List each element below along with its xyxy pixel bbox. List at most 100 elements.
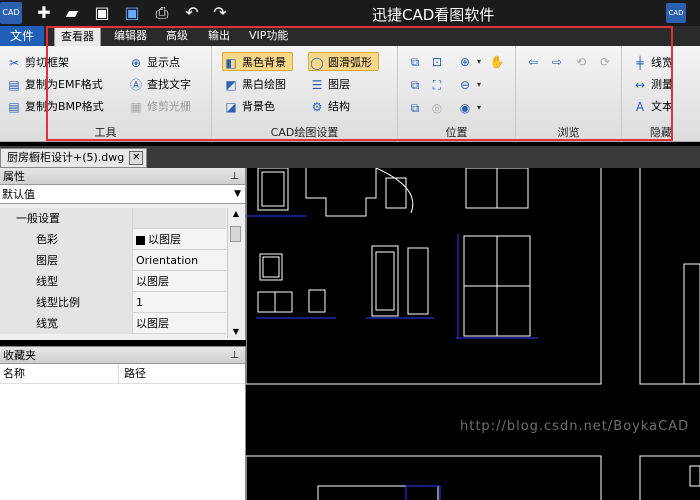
zoom-out-dropdown-icon[interactable]: ▾ <box>470 76 488 94</box>
file-menu-button[interactable]: 文件 <box>0 26 44 46</box>
tab-vip[interactable]: VIP功能 <box>243 26 294 46</box>
black-background-toggle[interactable]: ◧ 黑色背景 <box>222 52 293 71</box>
app-logo-right: CAD <box>666 3 686 23</box>
pan-view-icon[interactable]: ⧉ <box>406 99 424 117</box>
property-row-color[interactable]: 色彩 以图层 <box>0 229 226 250</box>
property-row-layer[interactable]: 图层 Orientation <box>0 250 226 271</box>
save-icon[interactable]: ▣ <box>92 3 112 23</box>
properties-selector-value: 默认值 <box>2 188 35 201</box>
show-points-label: 显示点 <box>147 56 180 69</box>
property-name: 图层 <box>0 250 133 271</box>
document-tab-label: 厨房橱柜设计+(5).dwg <box>7 151 125 164</box>
find-text-button[interactable]: Ⓐ 查找文字 <box>128 75 191 94</box>
background-color-button[interactable]: ◪ 背景色 <box>223 97 275 116</box>
show-points-button[interactable]: ⊕ 显示点 <box>128 53 180 72</box>
linewidth-icon: ╪ <box>636 56 644 70</box>
drawing-frame-bottom <box>246 455 602 500</box>
black-background-label: 黑色背景 <box>242 56 286 69</box>
orbit-dropdown-icon[interactable]: ▾ <box>470 99 488 117</box>
property-name: 线型比例 <box>0 292 133 313</box>
properties-selector[interactable]: 默认值 ▼ <box>0 185 245 204</box>
blue-bottom-box <box>405 485 441 500</box>
mirror-inner <box>262 256 280 278</box>
background-color-icon: ◪ <box>225 100 237 114</box>
column-name-header[interactable]: 名称 <box>3 364 25 384</box>
hide-group-label: 隐藏 <box>650 126 672 139</box>
open-folder-icon[interactable]: ▰ <box>62 3 82 23</box>
property-name: 线型 <box>0 271 133 292</box>
copy-bmp-button[interactable]: ▤ 复制为BMP格式 <box>6 97 103 116</box>
bw-draw-button[interactable]: ◩ 黑白绘图 <box>223 75 286 94</box>
drawing-frame-main <box>246 168 602 385</box>
find-text-icon: Ⓐ <box>129 78 142 92</box>
trim-raster-icon: ▦ <box>130 100 142 114</box>
scroll-down-icon[interactable]: ▼ <box>228 326 244 338</box>
undo-icon[interactable]: ↶ <box>182 3 202 23</box>
property-row-linetype[interactable]: 线型 以图层 <box>0 271 226 292</box>
tab-editor[interactable]: 编辑器 <box>108 26 153 46</box>
bw-draw-label: 黑白绘图 <box>242 78 286 91</box>
sink-arc <box>375 168 414 214</box>
property-row-lineweight[interactable]: 线宽 以图层 <box>0 313 226 334</box>
copy-emf-button[interactable]: ▤ 复制为EMF格式 <box>6 75 102 94</box>
clip-frame-label: 剪切框架 <box>25 56 69 69</box>
tools-group: ✂ 剪切框架 ▤ 复制为EMF格式 ▤ 复制为BMP格式 ⊕ 显示点 Ⓐ 查找文字 ▦ 修剪… <box>0 46 212 142</box>
layers-button[interactable]: ☰ 图层 <box>309 75 350 94</box>
smooth-arc-toggle[interactable]: ◯ 圆滑弧形 <box>308 52 379 71</box>
zoom-in-dropdown-icon[interactable]: ▾ <box>470 53 488 71</box>
tab-viewer[interactable]: 查看器 <box>54 26 101 46</box>
arrow-left-icon[interactable]: ⇦ <box>524 53 542 71</box>
cabinet-tall-inner <box>375 251 395 311</box>
linewidth-label: 线宽 <box>651 56 673 69</box>
properties-scrollbar[interactable]: ▲ ▼ <box>227 208 243 338</box>
rotate-icon[interactable]: ⟲ <box>572 53 590 71</box>
cad-draw-settings-label: CAD绘图设置 <box>270 126 339 139</box>
drawing-canvas[interactable]: http://blog.csdn.net/BoykaCAD <box>246 168 700 500</box>
pin-icon[interactable]: ⊥ <box>230 347 239 364</box>
zoom-window-icon[interactable]: ⧉ <box>406 53 424 71</box>
text-button[interactable]: A 文本 <box>632 97 673 116</box>
copy-bmp-icon: ▤ <box>8 100 20 114</box>
cad-draw-settings-group: ◧ 黑色背景 ◩ 黑白绘图 ◪ 背景色 ◯ 圆滑弧形 ☰ 图层 ⚙ 结构 CAD绘图设置 <box>212 46 398 142</box>
tab-advanced[interactable]: 高级 <box>160 26 194 46</box>
pin-icon[interactable]: ⊥ <box>230 168 239 185</box>
new-icon[interactable]: ✚ <box>34 3 54 23</box>
clip-frame-button[interactable]: ✂ 剪切框架 <box>6 53 69 72</box>
measure-button[interactable]: ↔ 测量 <box>632 75 673 94</box>
property-value: 以图层 <box>136 317 169 330</box>
text-icon: A <box>635 100 645 114</box>
close-icon[interactable]: ✕ <box>129 151 144 165</box>
redo-icon[interactable]: ↷ <box>210 3 230 23</box>
tab-output[interactable]: 输出 <box>202 26 236 46</box>
property-row-linetype-scale[interactable]: 线型比例 1 <box>0 292 226 313</box>
bw-draw-icon: ◩ <box>225 78 237 92</box>
property-value: 1 <box>136 296 143 309</box>
zoom-rect-icon[interactable]: ⊡ <box>428 53 446 71</box>
property-name: 色彩 <box>0 229 133 250</box>
linewidth-button[interactable]: ╪ 线宽 <box>632 53 673 72</box>
pan-hand-icon[interactable]: ✋ <box>488 53 506 71</box>
measure-icon: ↔ <box>634 78 646 92</box>
rotate-back-icon[interactable]: ⟳ <box>596 53 614 71</box>
section-row[interactable]: − 一般设置 <box>0 208 226 229</box>
fit-view-icon[interactable]: ⧉ <box>406 76 424 94</box>
property-name: 线宽 <box>0 313 133 334</box>
color-swatch-icon <box>136 235 145 245</box>
copy-emf-icon: ▤ <box>8 78 20 92</box>
position-group: ⧉ ⊡ ⊕ ▾ ✋ ⧉ ⛶ ⊖ ▾ ⧉ ◎ ◉ ▾ 位置 <box>398 46 516 142</box>
prev-view-icon[interactable]: ◎ <box>428 99 446 117</box>
save-as-icon[interactable]: ▣ <box>122 3 142 23</box>
structure-button[interactable]: ⚙ 结构 <box>309 97 350 116</box>
property-value: Orientation <box>136 254 199 267</box>
cabinet-narrow <box>407 247 429 315</box>
column-path-header[interactable]: 路径 <box>124 364 146 384</box>
scroll-up-icon[interactable]: ▲ <box>228 208 244 220</box>
print-icon[interactable]: ⎙ <box>152 3 172 23</box>
document-tab[interactable]: 厨房橱柜设计+(5).dwg ✕ <box>0 148 148 168</box>
scroll-thumb[interactable] <box>230 226 241 242</box>
extents-icon[interactable]: ⛶ <box>428 76 446 94</box>
arrow-right-icon[interactable]: ⇨ <box>548 53 566 71</box>
trim-raster-button[interactable]: ▦ 修剪光栅 <box>128 97 191 116</box>
column-divider[interactable] <box>118 364 119 384</box>
layers-icon: ☰ <box>311 78 323 92</box>
